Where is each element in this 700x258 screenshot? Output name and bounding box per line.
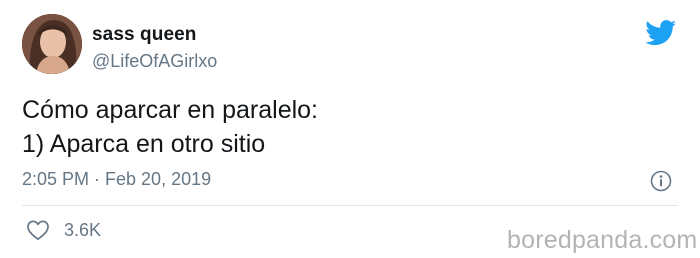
divider (22, 205, 678, 206)
tweet-timestamp[interactable]: 2:05 PM · Feb 20, 2019 (22, 169, 211, 190)
watermark: boredpanda.com (507, 226, 698, 254)
user-handle[interactable]: @LifeOfAGirlxo (92, 51, 217, 72)
twitter-bird-icon[interactable] (645, 20, 677, 46)
like-count[interactable]: 3.6K (64, 220, 101, 241)
tweet-line-2: 1) Aparca en otro sitio (22, 130, 266, 158)
tweet-text: Cómo aparcar en paralelo: 1) Aparca en o… (22, 93, 318, 161)
tweet-line-1: Cómo aparcar en paralelo: (22, 96, 318, 124)
heart-icon[interactable] (26, 219, 50, 241)
avatar[interactable] (22, 14, 82, 74)
display-name[interactable]: sass queen (92, 24, 197, 46)
avatar-image (22, 14, 82, 74)
tweet-card: sass queen @LifeOfAGirlxo Cómo aparcar e… (0, 0, 700, 258)
info-icon[interactable] (650, 170, 672, 192)
